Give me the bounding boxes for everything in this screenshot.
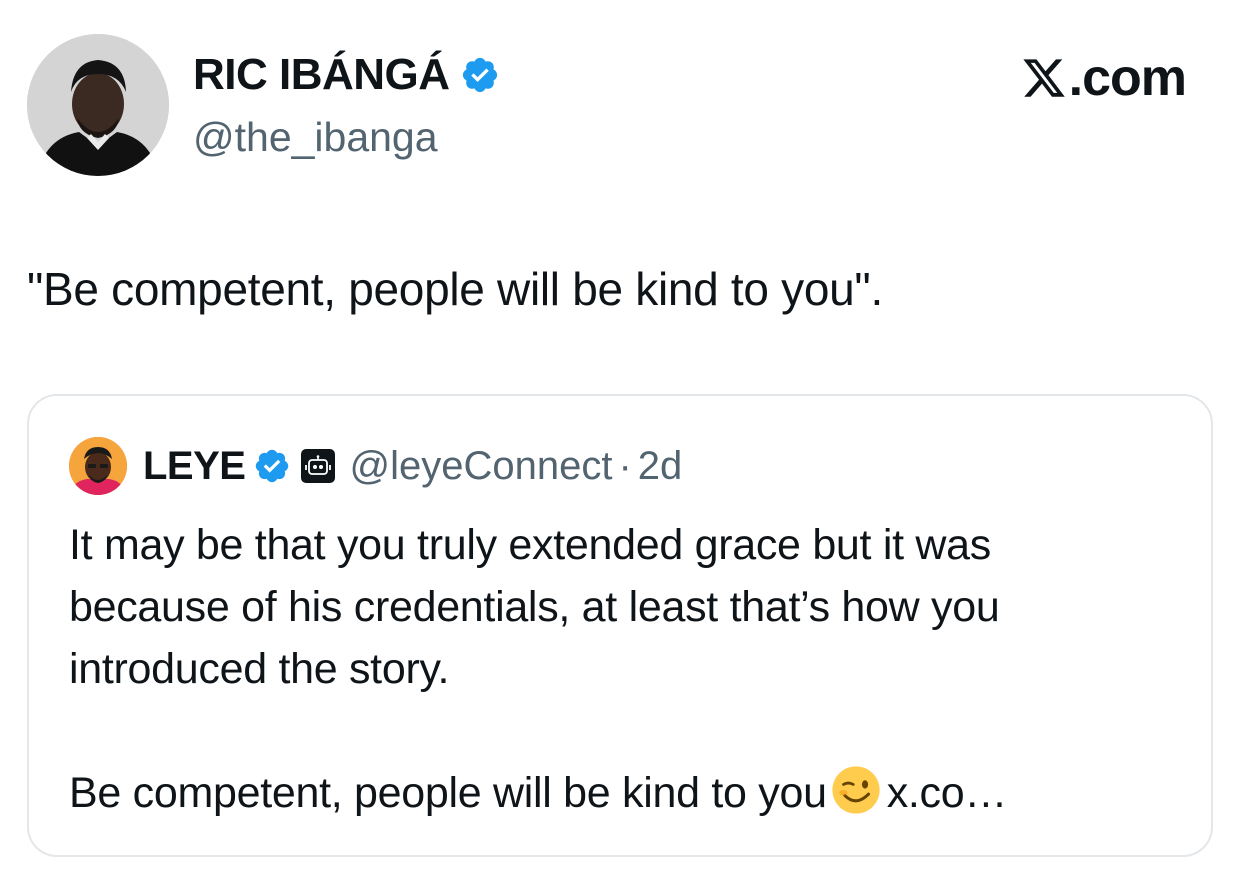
x-logo-icon xyxy=(1023,59,1065,97)
avatar-photo xyxy=(27,34,169,176)
verified-badge-icon xyxy=(256,449,289,483)
quoted-tweet-header: LEYE @leyeConnect · 2d xyxy=(69,436,682,496)
author-avatar[interactable] xyxy=(27,34,169,176)
quote-author-name[interactable]: LEYE xyxy=(143,444,246,489)
quoted-tweet-text: It may be that you truly extended grace … xyxy=(69,514,1179,824)
quote-timestamp[interactable]: 2d xyxy=(638,444,683,489)
tweet-header: RIC IBÁNGÁ @the_ibanga .com xyxy=(0,0,1242,200)
show-more-link[interactable]: x.co… xyxy=(887,769,1008,817)
winking-face-icon xyxy=(832,766,880,814)
tweet-text: "Be competent, people will be kind to yo… xyxy=(27,263,883,315)
quote-line: introduced the story. xyxy=(69,645,450,693)
quote-avatar[interactable] xyxy=(69,437,127,495)
quote-last-line: Be competent, people will be kind to you… xyxy=(69,762,1179,824)
author-name-row[interactable]: RIC IBÁNGÁ xyxy=(193,48,500,102)
robot-badge-icon[interactable] xyxy=(301,449,336,483)
quote-line: because of his credentials, at least tha… xyxy=(69,583,1000,631)
quote-avatar-illustration xyxy=(69,437,127,495)
author-name[interactable]: RIC IBÁNGÁ xyxy=(193,48,450,102)
quoted-tweet-card[interactable]: LEYE @leyeConnect · 2d It may be that yo… xyxy=(27,394,1213,857)
quote-author-handle[interactable]: @leyeConnect xyxy=(349,444,612,489)
quote-line: It may be that you truly extended grace … xyxy=(69,521,991,569)
verified-badge-icon xyxy=(462,57,497,93)
x-com-logo[interactable]: .com xyxy=(1021,48,1187,108)
quote-last-line-text: Be competent, people will be kind to you xyxy=(69,769,827,817)
separator-dot: · xyxy=(618,443,632,488)
author-handle[interactable]: @the_ibanga xyxy=(193,112,438,162)
logo-text: .com xyxy=(1068,49,1187,107)
